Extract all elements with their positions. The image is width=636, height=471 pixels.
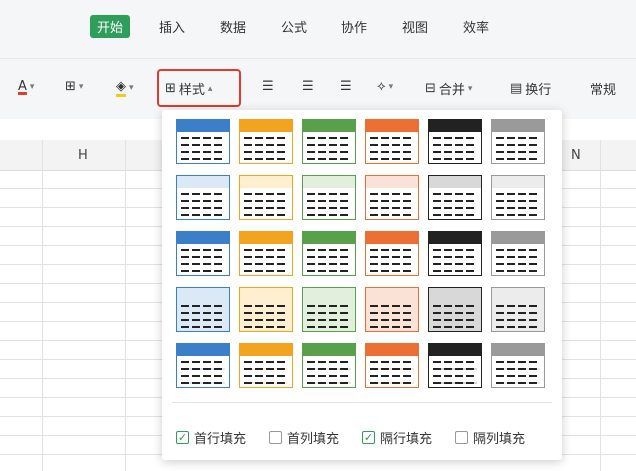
table-style-swatch[interactable] <box>302 231 356 276</box>
fill-color-button[interactable]: ◈ ▾ <box>116 79 134 97</box>
table-style-swatch[interactable] <box>365 175 419 220</box>
align-right-button[interactable]: ☰ <box>340 79 352 94</box>
table-style-swatch[interactable] <box>239 119 293 164</box>
tab-data[interactable]: 数据 <box>220 17 246 36</box>
align-right-icon: ☰ <box>340 79 352 94</box>
merge-label: 合并 <box>438 83 465 98</box>
merge-icon: ⊟ <box>425 81 436 96</box>
option-banded-cols[interactable]: 隔列填充 <box>455 428 525 447</box>
style-button-highlight <box>157 69 241 107</box>
table-style-swatch[interactable] <box>428 287 482 332</box>
table-style-swatch[interactable] <box>176 231 230 276</box>
vertical-align-icon: ⟡ <box>377 79 386 94</box>
checkbox-icon[interactable]: ✓ <box>362 431 375 444</box>
checkbox-icon[interactable]: ✓ <box>176 431 189 444</box>
table-style-swatch[interactable] <box>491 343 545 388</box>
table-style-swatch[interactable] <box>239 343 293 388</box>
tab-formula[interactable]: 公式 <box>281 17 307 36</box>
tab-efficiency[interactable]: 效率 <box>463 17 489 36</box>
align-center-icon: ☰ <box>302 79 314 94</box>
chevron-down-icon: ▾ <box>467 83 473 94</box>
merge-button[interactable]: ⊟ 合并 ▾ <box>425 79 472 98</box>
wrap-text-button[interactable]: ▤ 换行 <box>510 79 551 98</box>
checkbox-icon[interactable] <box>455 431 468 444</box>
option-label: 首行填充 <box>194 432 247 447</box>
ribbon-tab-bar: 开始 插入 数据 公式 协作 视图 效率 <box>0 0 636 58</box>
chevron-down-icon: ▾ <box>129 83 134 93</box>
align-left-icon: ☰ <box>262 79 274 94</box>
table-style-swatch[interactable] <box>491 175 545 220</box>
tab-start[interactable]: 开始 <box>90 15 131 38</box>
table-style-swatch[interactable] <box>428 231 482 276</box>
table-style-swatch[interactable] <box>365 119 419 164</box>
table-style-swatch[interactable] <box>365 287 419 332</box>
chevron-down-icon: ▾ <box>388 81 394 92</box>
table-style-swatch[interactable] <box>491 287 545 332</box>
tab-view[interactable]: 视图 <box>402 17 428 36</box>
grid-line <box>42 140 43 471</box>
table-style-swatch[interactable] <box>176 343 230 388</box>
table-style-swatch[interactable] <box>428 343 482 388</box>
option-first-row-fill[interactable]: ✓ 首行填充 <box>176 428 246 447</box>
table-style-swatch[interactable] <box>365 343 419 388</box>
tab-collab[interactable]: 协作 <box>341 17 367 36</box>
table-style-swatch[interactable] <box>491 119 545 164</box>
table-style-popup: ✓ 首行填充 首列填充 ✓ 隔行填充 隔列填充 <box>162 110 562 460</box>
checkbox-icon[interactable] <box>269 431 282 444</box>
fill-bucket-icon: ◈ <box>116 79 126 97</box>
table-style-swatch[interactable] <box>302 343 356 388</box>
border-button[interactable]: ⊞ ▾ <box>65 79 83 94</box>
table-style-swatch[interactable] <box>176 119 230 164</box>
table-style-swatch[interactable] <box>302 287 356 332</box>
align-left-button[interactable]: ☰ <box>262 79 274 94</box>
border-icon: ⊞ <box>65 79 76 94</box>
table-style-swatch[interactable] <box>491 231 545 276</box>
table-style-swatch[interactable] <box>365 231 419 276</box>
option-first-col-fill[interactable]: 首列填充 <box>269 428 339 447</box>
table-style-swatch[interactable] <box>239 231 293 276</box>
font-color-icon: A <box>18 79 27 94</box>
table-style-swatch[interactable] <box>428 175 482 220</box>
wrap-text-icon: ▤ <box>510 81 523 96</box>
table-style-swatch[interactable] <box>428 119 482 164</box>
tab-insert[interactable]: 插入 <box>159 17 185 36</box>
number-format-button[interactable]: 常规 <box>590 79 616 98</box>
table-style-swatch[interactable] <box>176 175 230 220</box>
table-style-swatch[interactable] <box>302 175 356 220</box>
column-header-n[interactable]: N <box>571 148 581 163</box>
option-banded-rows[interactable]: ✓ 隔行填充 <box>362 428 432 447</box>
wrap-label: 换行 <box>525 83 552 98</box>
table-style-swatch[interactable] <box>239 287 293 332</box>
vertical-align-button[interactable]: ⟡ ▾ <box>377 79 393 94</box>
chevron-down-icon: ▾ <box>29 81 35 92</box>
option-label: 隔行填充 <box>380 432 433 447</box>
option-label: 首列填充 <box>287 432 340 447</box>
table-style-swatch[interactable] <box>176 287 230 332</box>
divider <box>172 402 552 403</box>
table-style-swatch[interactable] <box>239 175 293 220</box>
option-label: 隔列填充 <box>473 432 526 447</box>
format-label: 常规 <box>590 83 617 98</box>
chevron-down-icon: ▾ <box>78 81 84 92</box>
column-header-h[interactable]: H <box>78 148 88 163</box>
align-center-button[interactable]: ☰ <box>302 79 314 94</box>
font-color-button[interactable]: A ▾ <box>18 79 34 94</box>
grid-line <box>125 140 126 471</box>
table-style-swatch[interactable] <box>302 119 356 164</box>
grid-line <box>600 140 601 471</box>
